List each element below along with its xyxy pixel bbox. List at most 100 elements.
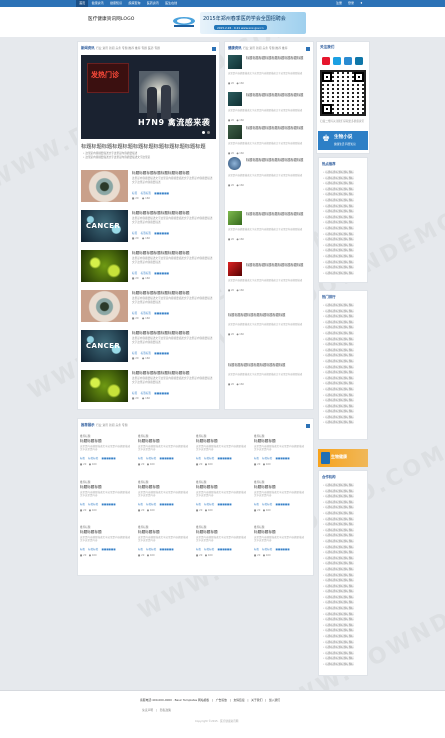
register-link[interactable]: 注册 <box>333 0 345 7</box>
news-thumbnail[interactable] <box>228 262 242 276</box>
recommend-item-title[interactable]: 标题标题标题 <box>80 485 102 490</box>
side-list-item[interactable]: 标题标题标题标题标题标 <box>323 226 354 232</box>
recommend-item-tags[interactable]: 标签 标签标签 ■■■■■■ <box>254 502 290 506</box>
wechat-icon[interactable] <box>344 57 352 65</box>
recommend-item[interactable]: 推荐标题 标题标题标题 这里是内容摘要描述文字这里是内容摘要描述文字这里是内容 标签 … <box>254 525 308 567</box>
news-item[interactable]: 标题标题标题标题标题标题标题标题标题 这里是内容摘要描述文字这里是内容摘要描述文… <box>228 262 310 292</box>
recommend-item-title[interactable]: 标题标题标题 <box>196 530 218 535</box>
nav-item-home[interactable]: 首页 <box>76 0 89 7</box>
recommend-item-tags[interactable]: 标签 标签标签 ■■■■■■ <box>196 456 232 460</box>
recommend-item-tags[interactable]: 标签 标签标签 ■■■■■■ <box>138 547 174 551</box>
article-item[interactable]: 标题标题标题标题标题标题标题标题 这里是内容摘要描述文字这里是内容摘要描述文字这… <box>81 170 216 206</box>
article-title[interactable]: 标题标题标题标题标题标题标题标题 <box>132 371 190 376</box>
hot-news-filters[interactable]: 行业 资讯 新闻 头条 专题 推荐 推荐 专题 医药 专题 <box>96 46 160 50</box>
recommend-item-title[interactable]: 标题标题标题 <box>254 485 276 490</box>
article-title[interactable]: 标题标题标题标题标题标题标题标题 <box>132 211 190 216</box>
hero-slideshow[interactable]: 发热门诊 H7N9 禽流感来袭 <box>81 55 216 139</box>
article-tags[interactable]: 标签 标签标签 ■■■■■■ <box>132 351 169 355</box>
article-item[interactable]: 标题标题标题标题标题标题标题标题 这里是内容摘要描述文字这里是内容摘要描述文字这… <box>81 290 216 326</box>
side-list-item[interactable]: 标题标题标题标题标题标 <box>323 271 354 277</box>
article-tags[interactable]: 标签 标签标签 ■■■■■■ <box>132 191 169 195</box>
recommend-item[interactable]: 推荐标题 标题标题标题 这里是内容摘要描述文字这里是内容摘要描述文字这里是内容 标签 … <box>196 525 250 567</box>
recommend-item-tags[interactable]: 标签 标签标签 ■■■■■■ <box>138 502 174 506</box>
recommend-filters[interactable]: 行业 资讯 新闻 头条 专题 <box>96 423 128 427</box>
recommend-item[interactable]: 推荐标题 标题标题标题 这里是内容摘要描述文字这里是内容摘要描述文字这里是内容 标签 … <box>80 434 134 476</box>
recommend-item[interactable]: 推荐标题 标题标题标题 这里是内容摘要描述文字这里是内容摘要描述文字这里是内容 标签 … <box>80 525 134 567</box>
news-title[interactable]: 标题标题标题标题标题标题标题标题标题 <box>228 313 290 317</box>
article-title[interactable]: 标题标题标题标题标题标题标题标题 <box>132 171 190 176</box>
login-link[interactable]: 登录 <box>345 0 357 7</box>
news-thumbnail[interactable] <box>228 157 241 170</box>
news-item[interactable]: 标题标题标题标题标题标题标题标题标题 这里是内容摘要描述文字这里是内容摘要描述文… <box>228 157 310 187</box>
cancer-thumbnail[interactable]: CANCER <box>81 210 128 242</box>
side-list-item[interactable]: 标题标题标题标题标题标 <box>323 254 354 260</box>
recommend-item[interactable]: 推荐标题 标题标题标题 这里是内容摘要描述文字这里是内容摘要描述文字这里是内容 标签 … <box>138 525 192 567</box>
news-item[interactable]: 标题标题标题标题标题标题标题标题标题 这里是内容摘要描述文字这里是内容摘要描述文… <box>228 312 310 342</box>
recommend-item[interactable]: 推荐标题 标题标题标题 这里是内容摘要描述文字这里是内容摘要描述文字这里是内容 标签 … <box>138 434 192 476</box>
side-list-item[interactable]: 标题标题标题标题标题标 <box>323 494 354 500</box>
nav-item[interactable]: 医生在线 <box>162 0 180 7</box>
side-list-item[interactable]: 标题标题标题标题标题标 <box>323 331 354 337</box>
side-list-item[interactable]: 标题标题标题标题标题标 <box>323 634 354 640</box>
news-title[interactable]: 标题标题标题标题标题标题标题标题标题 <box>246 56 308 60</box>
side-list-item[interactable]: 标题标题标题标题标题标 <box>323 181 354 187</box>
side-list-item[interactable]: 标题标题标题标题标题标 <box>323 522 354 528</box>
health-news-filters[interactable]: 行业 资讯 新闻 头条 专题 推荐 推荐 <box>243 46 288 50</box>
side-list-item[interactable]: 标题标题标题标题标题标 <box>323 303 354 309</box>
news-title[interactable]: 标题标题标题标题标题标题标题标题标题 <box>228 363 290 367</box>
recommend-item-title[interactable]: 标题标题标题 <box>196 439 218 444</box>
recommend-item-title[interactable]: 标题标题标题 <box>254 439 276 444</box>
article-tags[interactable]: 标签 标签标签 ■■■■■■ <box>132 391 169 395</box>
side-list-item[interactable]: 标题标题标题标题标题标 <box>323 606 354 612</box>
side-list-item[interactable]: 标题标题标题标题标题标 <box>323 265 354 271</box>
recommend-item[interactable]: 推荐标题 标题标题标题 这里是内容摘要描述文字这里是内容摘要描述文字这里是内容 标签 … <box>196 434 250 476</box>
recommend-item-tags[interactable]: 标签 标签标签 ■■■■■■ <box>138 456 174 460</box>
article-item[interactable]: 标题标题标题标题标题标题标题标题 这里是内容摘要描述文字这里是内容摘要描述文字这… <box>81 370 216 406</box>
recommend-item-tags[interactable]: 标签 标签标签 ■■■■■■ <box>254 547 290 551</box>
orange-ad-banner[interactable]: 生物健康 <box>318 449 368 467</box>
nav-item[interactable]: 健康资讯 <box>88 0 106 7</box>
news-thumbnail[interactable] <box>228 125 242 139</box>
nav-item[interactable]: 健康知识 <box>107 0 125 7</box>
side-list-item[interactable]: 标题标题标题标题标题标 <box>323 387 354 393</box>
news-thumbnail[interactable] <box>228 55 242 69</box>
news-thumbnail[interactable] <box>228 211 242 225</box>
article-title[interactable]: 标题标题标题标题标题标题标题标题 <box>132 331 190 336</box>
recommend-item-title[interactable]: 标题标题标题 <box>138 530 160 535</box>
article-title[interactable]: 标题标题标题标题标题标题标题标题 <box>132 291 190 296</box>
footer-links[interactable]: 客服电话:400-000-0000 · Basic Templates 网站模板… <box>140 698 280 702</box>
news-item[interactable]: 标题标题标题标题标题标题标题标题标题 这里是内容摘要描述文字这里是内容摘要描述文… <box>228 211 310 241</box>
recommend-item[interactable]: 推荐标题 标题标题标题 这里是内容摘要描述文字这里是内容摘要描述文字这里是内容 标签 … <box>254 480 308 522</box>
side-list-item[interactable]: 标题标题标题标题标题标 <box>323 567 354 573</box>
side-list-item[interactable]: 标题标题标题标题标题标 <box>323 359 354 365</box>
recommend-item-tags[interactable]: 标签 标签标签 ■■■■■■ <box>80 547 116 551</box>
nav-item[interactable]: 医药资讯 <box>144 0 162 7</box>
recommend-item[interactable]: 推荐标题 标题标题标题 这里是内容摘要描述文字这里是内容摘要描述文字这里是内容 标签 … <box>196 480 250 522</box>
footer-legal[interactable]: 免责声明 | 隐私政策 <box>142 708 171 712</box>
news-title[interactable]: 标题标题标题标题标题标题标题标题标题 <box>246 126 308 130</box>
slide-dot-active[interactable] <box>202 131 205 134</box>
article-item[interactable]: CANCER 标题标题标题标题标题标题标题标题 这里是内容摘要描述文字这里是内容… <box>81 210 216 246</box>
side-list-item[interactable]: 标题标题标题标题标题标 <box>323 645 354 651</box>
recommend-item-tags[interactable]: 标签 标签标签 ■■■■■■ <box>254 456 290 460</box>
side-list-item[interactable]: 标题标题标题标题标题标 <box>323 511 354 517</box>
recommend-item[interactable]: 推荐标题 标题标题标题 这里是内容摘要描述文字这里是内容摘要描述文字这里是内容 标签 … <box>254 434 308 476</box>
qq-icon[interactable] <box>333 57 341 65</box>
article-item[interactable]: CANCER 标题标题标题标题标题标题标题标题 这里是内容摘要描述文字这里是内容… <box>81 330 216 366</box>
side-list-item[interactable]: 标题标题标题标题标题标 <box>323 398 354 404</box>
news-item[interactable]: 标题标题标题标题标题标题标题标题标题 这里是内容摘要描述文字这里是内容摘要描述文… <box>228 362 310 392</box>
article-tags[interactable]: 标签 标签标签 ■■■■■■ <box>132 271 169 275</box>
virus-thumbnail[interactable] <box>81 370 128 402</box>
recommend-item-tags[interactable]: 标签 标签标签 ■■■■■■ <box>196 547 232 551</box>
news-item[interactable]: 标题标题标题标题标题标题标题标题标题 这里是内容摘要描述文字这里是内容摘要描述文… <box>228 55 310 85</box>
side-list-item[interactable]: 标题标题标题标题标题标 <box>323 370 354 376</box>
side-list-item[interactable]: 标题标题标题标题标题标 <box>323 539 354 545</box>
more-icon[interactable] <box>306 47 310 51</box>
recommend-item-title[interactable]: 标题标题标题 <box>138 485 160 490</box>
news-item[interactable]: 标题标题标题标题标题标题标题标题标题 这里是内容摘要描述文字这里是内容摘要描述文… <box>228 92 310 122</box>
recommend-item-title[interactable]: 标题标题标题 <box>80 530 102 535</box>
slide-dots[interactable] <box>202 131 210 134</box>
blue-promo-box[interactable]: ♚ 生物小说 健康生活 科普知识 <box>318 131 368 150</box>
news-item[interactable]: 标题标题标题标题标题标题标题标题标题 这里是内容摘要描述文字这里是内容摘要描述文… <box>228 125 310 155</box>
virus-thumbnail[interactable] <box>81 250 128 282</box>
